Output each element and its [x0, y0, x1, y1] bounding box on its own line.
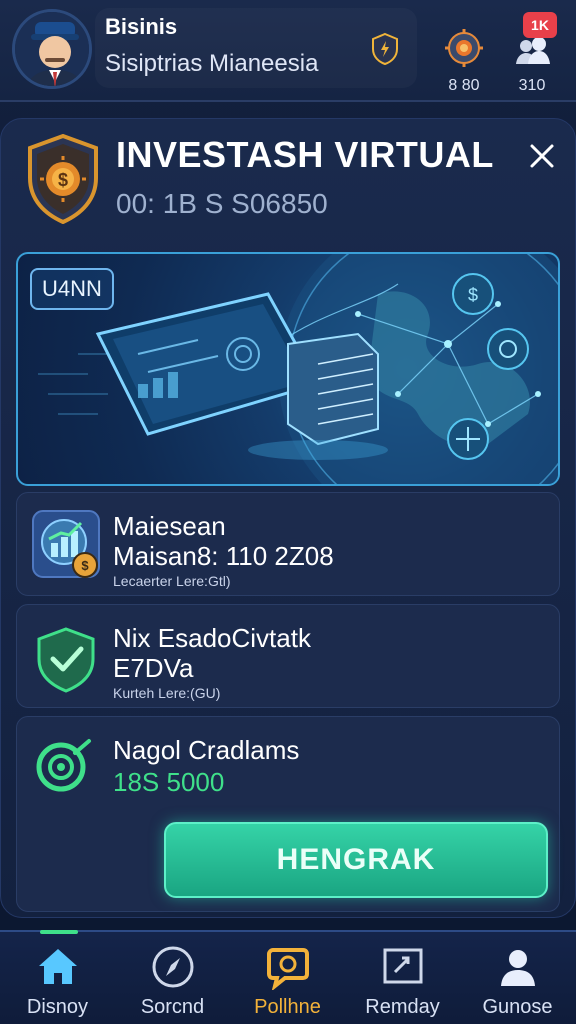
hero-banner[interactable]: $ U4NN: [16, 252, 560, 486]
shield-badge-icon[interactable]: [370, 32, 400, 66]
chat-bubble-icon: [266, 948, 309, 990]
nav-label: Disnoy: [26, 996, 89, 1018]
home-icon: [38, 949, 77, 984]
close-button[interactable]: [522, 136, 562, 176]
flag-board-icon: [383, 948, 422, 984]
nav-label: Sorcnd: [140, 996, 205, 1018]
row-note: Kurteh Lere:(GU): [113, 685, 221, 701]
target-icon: [36, 739, 91, 792]
active-tab-indicator: [40, 930, 78, 934]
nav-label: Gunose: [482, 996, 553, 1018]
stat-value: 310: [518, 77, 546, 94]
stat-user-group[interactable]: 310: [508, 28, 556, 95]
nav-label: Pollhne: [254, 996, 321, 1018]
shield-emblem-icon: $: [28, 134, 98, 224]
stat-value: 8 80: [448, 77, 480, 94]
notification-badge[interactable]: 1K: [523, 12, 557, 38]
card-code: 00: 1B S S06850: [116, 188, 328, 219]
top-header: Bisinis Sisiptrias Mianeesia 8 80 310 1K: [0, 0, 576, 102]
info-row-1[interactable]: $ Maiesean Maisan8: 110 2Z08 Lecaerter L…: [16, 492, 560, 596]
shield-check-icon: [37, 627, 95, 693]
bottom-nav: Disnoy Sorcnd Pollhne Remday Gunose: [0, 930, 576, 1024]
row-title: Nix EsadoCivtatk: [113, 623, 311, 653]
primary-cta-button[interactable]: HENGRAK: [164, 822, 548, 898]
row-title: Nagol Cradlams: [113, 735, 300, 765]
banner-tag: U4NN: [30, 268, 114, 310]
close-icon: [530, 144, 554, 168]
app-screen: Bisinis Sisiptrias Mianeesia 8 80 310 1K…: [0, 0, 576, 1024]
svg-text:$: $: [468, 285, 478, 305]
row-value: Maisan8: 110 2Z08: [113, 541, 334, 571]
nav-item-compass[interactable]: Sorcnd: [115, 940, 230, 1022]
sun-gear-icon: [445, 29, 483, 67]
compass-icon: [152, 946, 193, 988]
avatar-portrait-icon: [15, 12, 89, 86]
row-value: E7DVa: [113, 653, 194, 683]
row-note: Lecaerter Lere:Gtl): [113, 573, 231, 589]
avatar[interactable]: [12, 9, 92, 89]
svg-text:$: $: [81, 558, 89, 573]
nav-item-board[interactable]: Remday: [345, 940, 460, 1022]
nav-label: Remday: [365, 996, 440, 1018]
card-title: INVESTASH VIRTUAL: [116, 134, 494, 175]
svg-text:$: $: [58, 170, 68, 190]
chart-coin-icon: $: [32, 510, 100, 578]
info-row-2[interactable]: Nix EsadoCivtatk E7DVa Kurteh Lere:(GU): [16, 604, 560, 708]
nav-item-profile[interactable]: Gunose: [460, 940, 575, 1022]
row-value: 18S 5000: [113, 767, 225, 797]
user-subtitle: Sisiptrias Mianeesia: [105, 50, 319, 77]
user-icon: [500, 950, 535, 986]
nav-item-home[interactable]: Disnoy: [0, 940, 115, 1022]
user-name: Bisinis: [105, 14, 178, 39]
stat-sun-gear[interactable]: 8 80: [440, 28, 488, 95]
row-title: Maiesean: [113, 511, 226, 541]
nav-item-chat[interactable]: Pollhne: [230, 940, 345, 1022]
